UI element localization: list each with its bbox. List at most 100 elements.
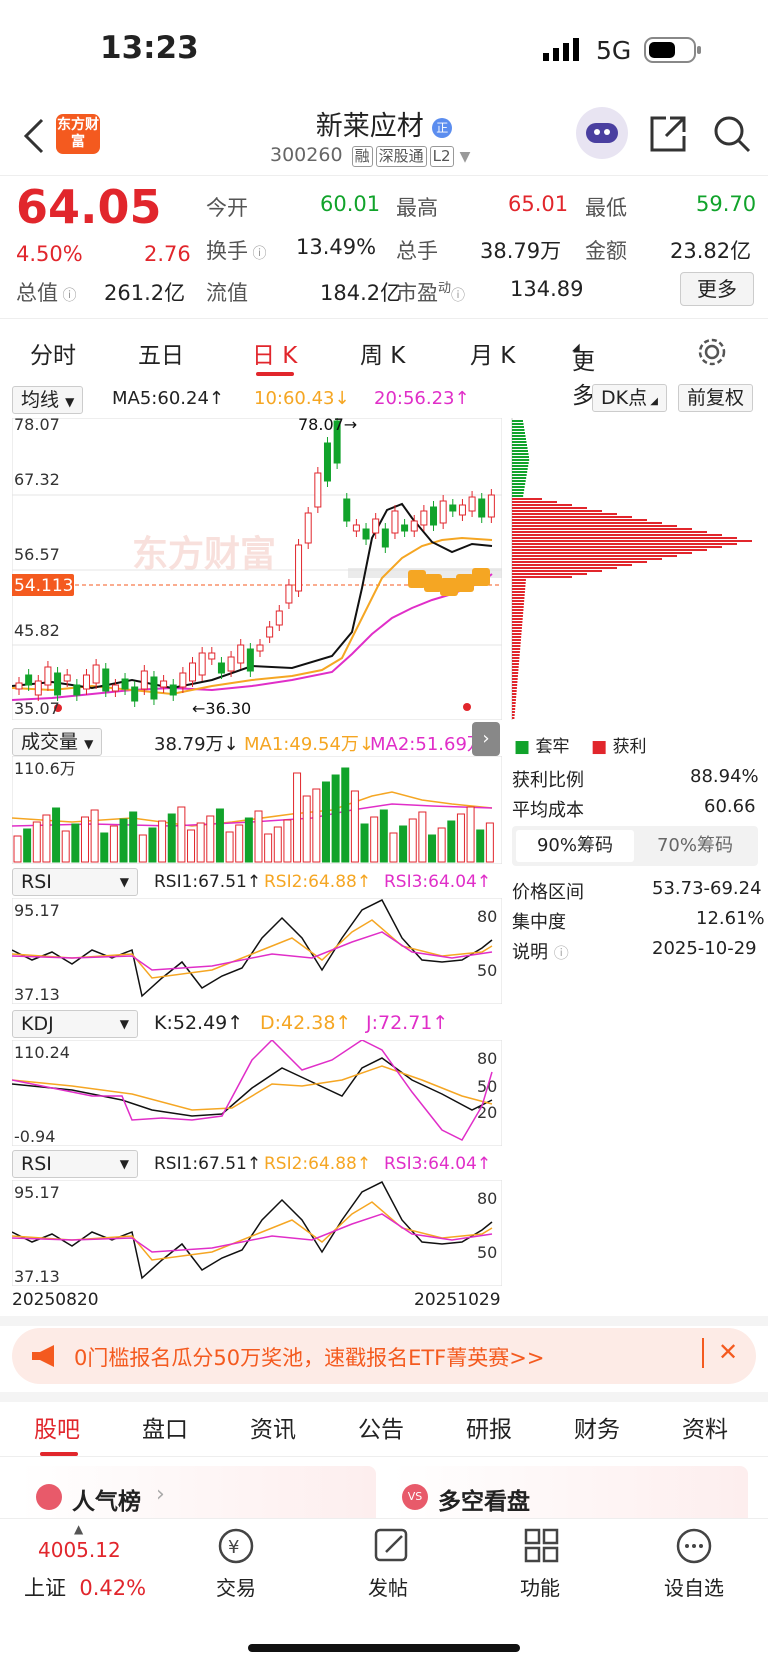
chip-bar: [512, 444, 527, 446]
pe-label[interactable]: 市盈动ⓘ: [396, 277, 465, 307]
candle: [140, 670, 148, 690]
tab-90-chip[interactable]: 90%筹码: [516, 830, 634, 862]
rsi1-bottom: 37.13: [14, 985, 60, 1004]
close-icon[interactable]: ✕: [718, 1338, 738, 1366]
adjust-button[interactable]: 前复权: [678, 384, 754, 412]
kline-chart[interactable]: 东方财富 78.07 67.32 56.57 45.82 35.07 54.11…: [12, 418, 502, 720]
add-watchlist-icon[interactable]: [674, 1526, 714, 1566]
ma5-label: MA5:60.24↑: [112, 388, 224, 409]
chip-bar: [512, 447, 528, 449]
nav-trade[interactable]: 交易: [196, 1572, 276, 1601]
candle: [92, 664, 100, 684]
tab-weekly-k[interactable]: 周 K: [360, 336, 405, 370]
note-label[interactable]: 说明 ⓘ: [512, 938, 569, 964]
rsi2-50: 50: [477, 1243, 497, 1262]
settings-gear-icon[interactable]: [696, 336, 728, 368]
functions-icon[interactable]: [522, 1526, 562, 1566]
tab-news[interactable]: 资讯: [250, 1410, 296, 1444]
candle: [362, 528, 370, 540]
dk-point-button[interactable]: DK点 ◢: [592, 384, 667, 412]
chip-bar: [512, 510, 602, 512]
candle: [246, 648, 254, 672]
nav-watchlist[interactable]: 设自选: [654, 1572, 734, 1601]
chip-bar: [512, 528, 692, 530]
volume-bar: [360, 823, 369, 863]
tab-profile[interactable]: 资料: [682, 1410, 728, 1444]
mcap-label[interactable]: 总值 ⓘ: [16, 277, 76, 307]
volume-bar: [109, 825, 118, 863]
tab-pankou[interactable]: 盘口: [142, 1410, 188, 1444]
kdj-bottom: -0.94: [14, 1127, 55, 1146]
volume-bar: [302, 795, 311, 863]
rsi2-80: 80: [477, 1189, 497, 1208]
tab-finance[interactable]: 财务: [574, 1410, 620, 1444]
nav-functions[interactable]: 功能: [500, 1572, 580, 1601]
turnover-value: 13.49%: [296, 235, 377, 259]
rsi1-80: 80: [477, 907, 497, 926]
tab-five-day[interactable]: 五日: [138, 336, 184, 370]
tab-monthly-k[interactable]: 月 K: [470, 336, 515, 370]
rsi-selector-2[interactable]: RSI ▼: [12, 1150, 138, 1178]
trade-icon[interactable]: ¥: [216, 1526, 256, 1566]
chip-bar: [512, 645, 521, 647]
chip-bar: [512, 627, 522, 629]
tab-guba[interactable]: 股吧: [34, 1410, 80, 1444]
chip-bar: [512, 630, 522, 632]
bull-bear-title: 多空看盘: [438, 1489, 530, 1515]
turnover-label[interactable]: 换手 ⓘ: [206, 235, 266, 265]
more-button[interactable]: 更多: [680, 272, 754, 306]
stock-code-row: 300260 融深股通 L2 ▼: [270, 144, 471, 167]
bull-bear-card[interactable]: VS 多空看盘: [392, 1466, 748, 1526]
kdj-k: K:52.49↑: [154, 1012, 244, 1034]
rsi2-black-line: [12, 1181, 493, 1280]
chip-bar: [512, 657, 520, 659]
rsi-selector-1[interactable]: RSI ▼: [12, 868, 138, 896]
tab-70-chip[interactable]: 70%筹码: [636, 830, 754, 862]
index-value[interactable]: 4005.12: [38, 1538, 121, 1562]
chip-bar: [512, 594, 525, 596]
price-tag-label: 54.113: [14, 576, 73, 596]
tab-minute[interactable]: 分时: [30, 336, 76, 370]
index-row[interactable]: 上证 0.42%: [24, 1572, 146, 1602]
chip-bar: [512, 525, 677, 527]
post-icon[interactable]: [372, 1526, 412, 1566]
collapse-chip-button[interactable]: ›: [472, 722, 500, 756]
search-icon[interactable]: [712, 114, 752, 154]
chip-bar: [512, 717, 515, 719]
tab-announcements[interactable]: 公告: [358, 1410, 404, 1444]
chip-bar: [512, 477, 527, 479]
ma-selector[interactable]: 均线 ▼: [12, 386, 84, 414]
volume-bar: [23, 828, 32, 863]
promo-text: 0门槛报名瓜分50万奖池，速戳报名ETF菁英赛>>: [74, 1346, 545, 1370]
dropdown-icon[interactable]: ▼: [460, 149, 471, 165]
watermark: 东方财富: [132, 533, 276, 575]
volume-bar: [148, 827, 157, 863]
chip-distribution: [511, 418, 752, 720]
chip-bar: [512, 705, 516, 707]
tag-margin: 融: [351, 146, 373, 167]
status-bar: 13:23 5G: [0, 0, 768, 100]
volume-bar: [225, 831, 234, 863]
share-icon[interactable]: [648, 114, 688, 154]
kdj-selector[interactable]: KDJ ▼: [12, 1010, 138, 1038]
chip-bar: [512, 480, 526, 482]
tab-research[interactable]: 研报: [466, 1410, 512, 1444]
volume-selector[interactable]: 成交量 ▼: [12, 728, 103, 756]
chip-bar: [512, 420, 523, 422]
chip-bar: [512, 696, 517, 698]
open-label: 今开: [206, 196, 248, 220]
signal-dot-right: [463, 703, 471, 711]
tab-daily-k[interactable]: 日 K: [252, 336, 297, 370]
promo-banner[interactable]: 0门槛报名瓜分50万奖池，速戳报名ETF菁英赛>> ✕: [12, 1328, 756, 1384]
candle: [227, 656, 235, 672]
low-value: 59.70: [696, 192, 757, 216]
chevron-right-icon: ›: [156, 1482, 165, 1507]
home-indicator: [248, 1644, 520, 1652]
popularity-card[interactable]: 人气榜 ›: [20, 1466, 376, 1526]
nav-post[interactable]: 发帖: [348, 1572, 428, 1601]
candle: [401, 524, 409, 532]
volume-bar: [389, 832, 398, 863]
chip-bar: [512, 681, 518, 683]
chip-bar: [512, 675, 518, 677]
assistant-avatar[interactable]: [576, 107, 628, 159]
